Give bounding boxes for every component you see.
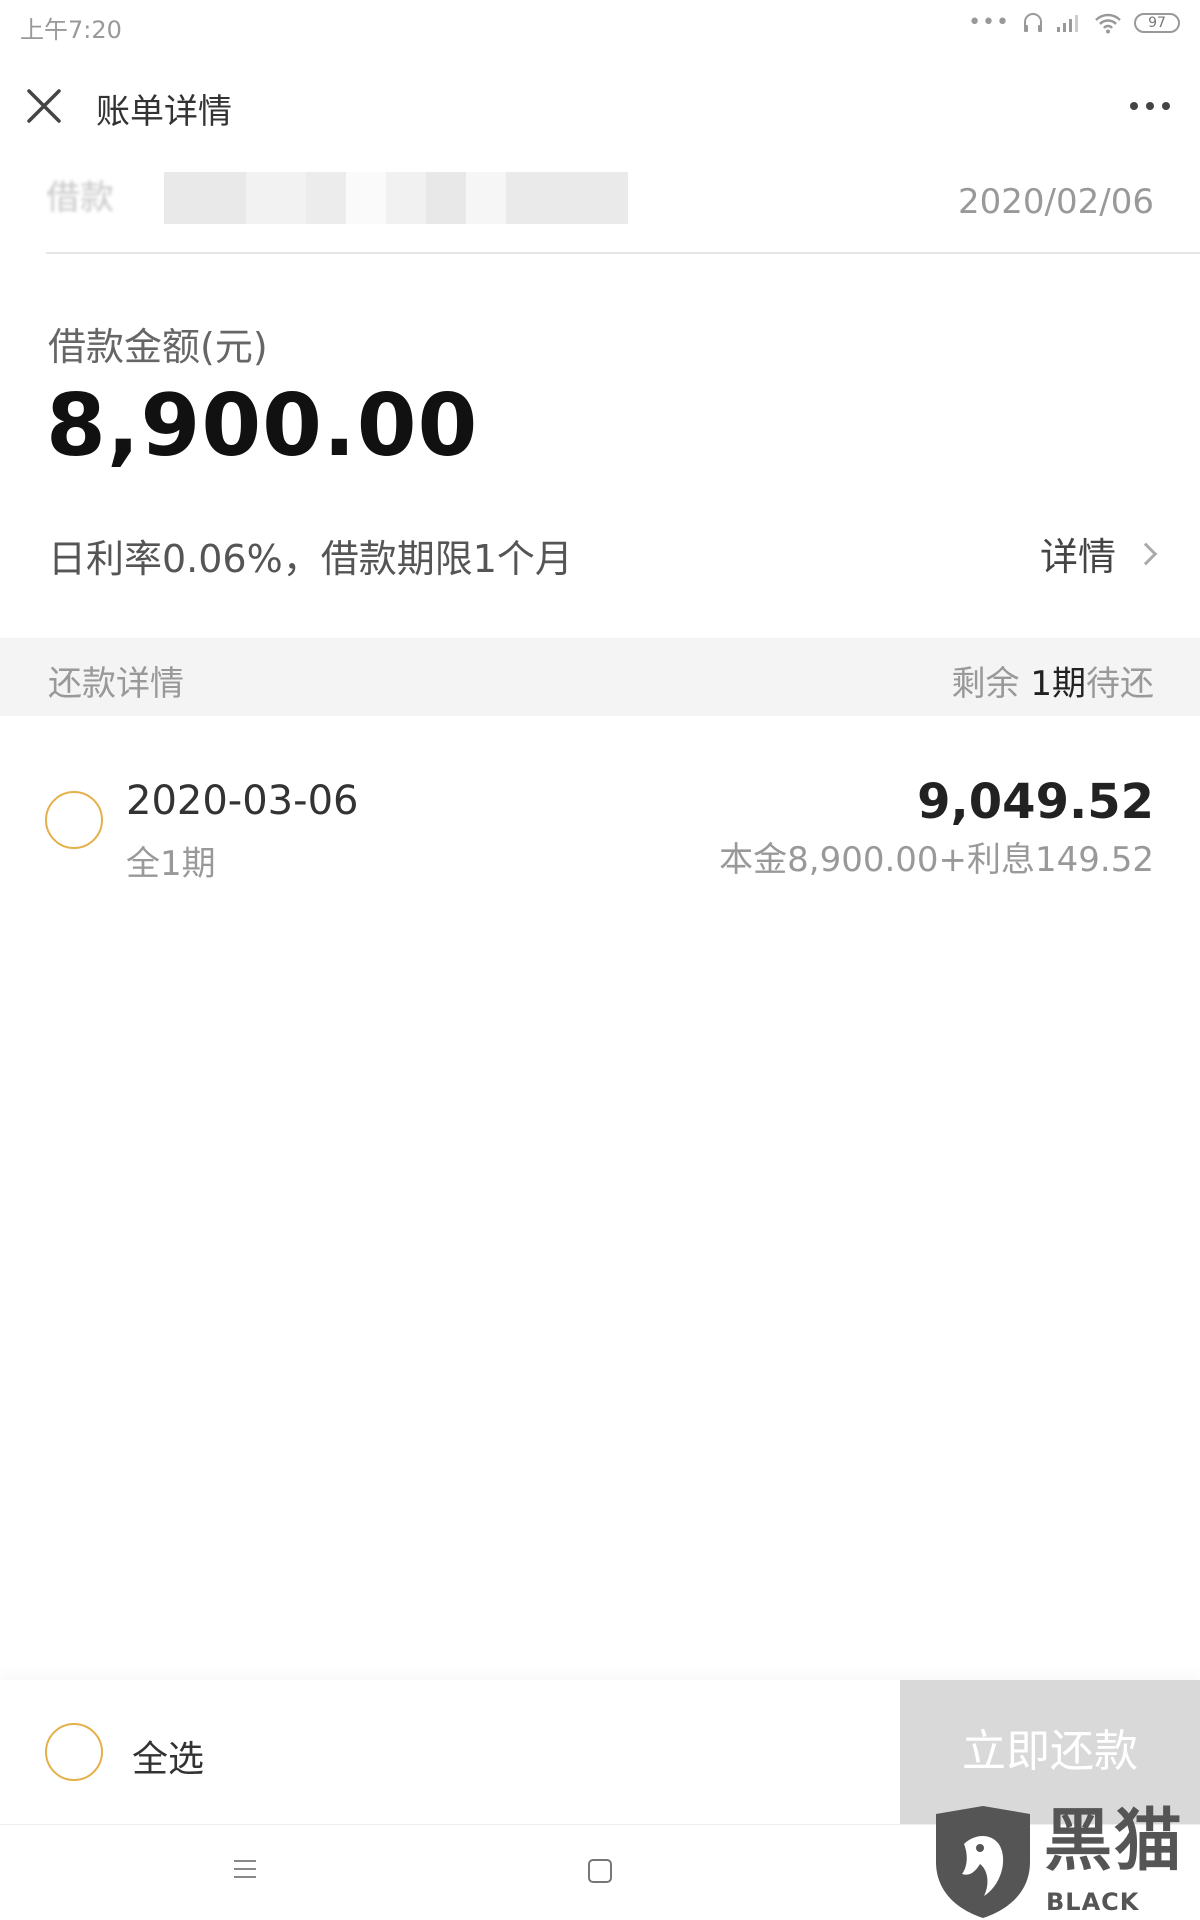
remaining-suffix: 待还 xyxy=(1086,664,1154,704)
signal-icon xyxy=(1057,15,1078,32)
bottom-action-bar: 全选 立即还款 xyxy=(0,1680,1200,1824)
loan-date: 2020/02/06 xyxy=(958,182,1154,222)
rate-row: 日利率0.06%，借款期限1个月 详情 xyxy=(48,524,1158,584)
battery-icon: 97 xyxy=(1134,13,1180,33)
repayment-date: 2020-03-06 xyxy=(126,778,359,824)
repayment-amount: 9,049.52 xyxy=(917,774,1154,830)
loan-name-redacted: 借款 xyxy=(46,172,650,224)
repayment-item[interactable]: 2020-03-06 全1期 9,049.52 本金8,900.00+利息149… xyxy=(0,760,1200,900)
wifi-icon xyxy=(1095,13,1121,34)
select-all-label[interactable]: 全选 xyxy=(132,1730,204,1782)
status-bar: 上午7:20 ••• 97 xyxy=(0,0,1200,52)
remaining-periods: 剩余 1期待还 xyxy=(952,656,1154,705)
chevron-right-icon xyxy=(1134,542,1158,565)
watermark-cn: 黑猫 xyxy=(1044,1802,1185,1881)
more-dot-icon xyxy=(1130,102,1138,110)
close-button[interactable] xyxy=(20,82,68,130)
more-notifications-icon: ••• xyxy=(968,10,1010,35)
repayment-breakdown: 本金8,900.00+利息149.52 xyxy=(719,840,1154,880)
item-select-radio[interactable] xyxy=(45,791,103,849)
repayment-section-header: 还款详情 剩余 1期待还 xyxy=(0,638,1200,716)
cat-shield-logo-icon xyxy=(936,1806,1030,1918)
repayment-section-title: 还款详情 xyxy=(48,664,184,704)
menu-icon[interactable] xyxy=(234,1860,256,1880)
detail-link-label: 详情 xyxy=(1039,535,1116,579)
more-dot-icon xyxy=(1162,102,1170,110)
loan-amount-label: 借款金额(元) xyxy=(48,325,268,369)
page-title: 账单详情 xyxy=(96,92,232,132)
more-options-button[interactable] xyxy=(1114,82,1186,130)
redaction-blur xyxy=(164,172,628,224)
remaining-prefix: 剩余 xyxy=(951,664,1031,704)
black-cat-watermark: 黑猫 BLACK CAT xyxy=(928,1804,1200,1920)
status-time: 上午7:20 xyxy=(20,16,122,44)
rate-term-text: 日利率0.06%，借款期限1个月 xyxy=(48,537,573,581)
headset-icon xyxy=(1024,13,1042,32)
bill-detail-screen: 上午7:20 ••• 97 账单详情 借款 2020/02/06 借款金额(元)… xyxy=(0,0,1200,1920)
title-bar: 账单详情 xyxy=(0,60,1200,152)
loan-amount-value: 8,900.00 xyxy=(46,376,479,476)
status-icons: ••• 97 xyxy=(968,12,1180,34)
select-all-radio[interactable] xyxy=(45,1723,103,1781)
repayment-period: 全1期 xyxy=(126,844,216,884)
close-icon xyxy=(27,89,61,123)
remaining-count: 1期 xyxy=(1030,664,1086,704)
detail-link[interactable]: 详情 xyxy=(1039,526,1158,581)
home-icon[interactable] xyxy=(588,1859,612,1883)
watermark-en: BLACK CAT xyxy=(1046,1888,1140,1920)
loan-info-row: 借款 2020/02/06 xyxy=(46,168,1200,254)
more-dot-icon xyxy=(1146,102,1154,110)
loan-name-text: 借款 xyxy=(46,178,114,218)
